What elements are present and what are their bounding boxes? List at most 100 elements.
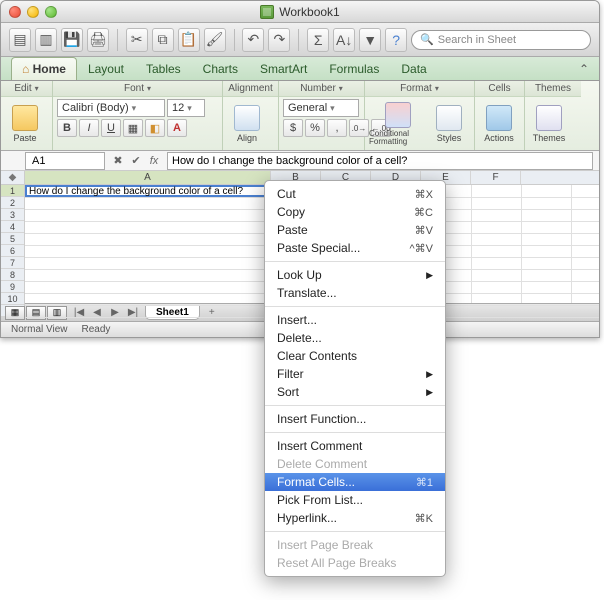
column-header[interactable]: A bbox=[25, 171, 271, 184]
percent-button[interactable]: % bbox=[305, 119, 325, 137]
context-menu-item[interactable]: Insert Comment bbox=[265, 437, 445, 455]
row-header[interactable]: 7 bbox=[1, 257, 24, 269]
group-alignment-label: Alignment bbox=[228, 83, 272, 94]
name-box[interactable]: A1 bbox=[25, 152, 105, 170]
context-menu: Cut⌘XCopy⌘CPaste⌘VPaste Special...^⌘V Loo… bbox=[264, 180, 446, 577]
context-menu-item[interactable]: Paste Special...^⌘V bbox=[265, 239, 445, 257]
group-themes-label: Themes bbox=[535, 83, 571, 94]
context-menu-item[interactable]: Translate... bbox=[265, 284, 445, 302]
sort-button[interactable]: A↓ bbox=[333, 28, 355, 52]
themes-button[interactable]: Themes bbox=[529, 100, 569, 148]
group-font-label: Font bbox=[124, 83, 144, 94]
select-all-corner[interactable]: ◆ bbox=[1, 171, 24, 185]
context-menu-item[interactable]: Paste⌘V bbox=[265, 221, 445, 239]
ribbon-collapse-button[interactable]: ⌃ bbox=[569, 58, 599, 80]
copy-button[interactable]: ⧉ bbox=[152, 28, 174, 52]
group-format-label: Format bbox=[400, 83, 432, 94]
ribbon-tabs: Home Layout Tables Charts SmartArt Formu… bbox=[1, 57, 599, 81]
accept-formula-button[interactable]: ✔ bbox=[127, 152, 145, 170]
formula-input[interactable]: How do I change the background color of … bbox=[167, 152, 593, 170]
row-header[interactable]: 9 bbox=[1, 281, 24, 293]
search-icon: 🔍 bbox=[420, 33, 434, 46]
open-button[interactable]: ▥ bbox=[35, 28, 57, 52]
view-mode-label: Normal View bbox=[11, 324, 68, 335]
context-menu-item[interactable]: Pick From List... bbox=[265, 491, 445, 509]
context-menu-item[interactable]: Filter▶ bbox=[265, 365, 445, 383]
tab-formulas[interactable]: Formulas bbox=[318, 57, 390, 80]
cut-button[interactable]: ✂ bbox=[126, 28, 148, 52]
context-menu-item[interactable]: Sort▶ bbox=[265, 383, 445, 401]
undo-button[interactable]: ↶ bbox=[242, 28, 264, 52]
group-edit-label: Edit bbox=[14, 83, 31, 94]
paste-big-button[interactable]: Paste bbox=[5, 100, 45, 148]
context-menu-item[interactable]: Insert Function... bbox=[265, 410, 445, 428]
row-header[interactable]: 1 bbox=[1, 185, 24, 197]
search-placeholder: Search in Sheet bbox=[438, 34, 516, 46]
tab-tables[interactable]: Tables bbox=[135, 57, 192, 80]
conditional-formatting-button[interactable]: Conditional Formatting bbox=[369, 100, 427, 148]
formula-bar: A1 ✖ ✔ fx How do I change the background… bbox=[1, 151, 599, 171]
font-family-combo[interactable]: Calibri (Body)▾ bbox=[57, 99, 165, 117]
context-menu-item[interactable]: Copy⌘C bbox=[265, 203, 445, 221]
row-header[interactable]: 5 bbox=[1, 233, 24, 245]
help-button[interactable]: ? bbox=[385, 28, 407, 52]
window-title: Workbook1 bbox=[279, 5, 339, 19]
font-size-combo[interactable]: 12▾ bbox=[167, 99, 205, 117]
redo-button[interactable]: ↷ bbox=[268, 28, 290, 52]
actions-button[interactable]: Actions bbox=[479, 100, 519, 148]
ribbon: Edit▾ Paste Font▾ Calibri (Body)▾ 12▾ B … bbox=[1, 81, 599, 151]
cancel-formula-button[interactable]: ✖ bbox=[109, 152, 127, 170]
tab-home[interactable]: Home bbox=[11, 57, 77, 80]
titlebar: Workbook1 bbox=[1, 1, 599, 23]
context-menu-item[interactable]: Hyperlink...⌘K bbox=[265, 509, 445, 527]
bold-button[interactable]: B bbox=[57, 119, 77, 137]
sum-button[interactable]: Σ bbox=[307, 28, 329, 52]
tab-data[interactable]: Data bbox=[390, 57, 437, 80]
underline-button[interactable]: U bbox=[101, 119, 121, 137]
row-header[interactable]: 10 bbox=[1, 293, 24, 305]
search-input[interactable]: 🔍 Search in Sheet bbox=[411, 30, 591, 50]
new-button[interactable]: ▤ bbox=[9, 28, 31, 52]
font-color-button[interactable]: A bbox=[167, 119, 187, 137]
status-label: Ready bbox=[82, 324, 111, 335]
context-menu-item[interactable]: Insert... bbox=[265, 311, 445, 329]
context-menu-item[interactable]: Cut⌘X bbox=[265, 185, 445, 203]
fill-color-button[interactable]: ◧ bbox=[145, 119, 165, 137]
italic-button[interactable]: I bbox=[79, 119, 99, 137]
quick-toolbar: ▤ ▥ 💾 🖨 ✂ ⧉ 📋 🖌 ↶ ↷ Σ A↓ ▼ ? 🔍 Search in… bbox=[1, 23, 599, 57]
align-button[interactable]: Align bbox=[227, 100, 267, 148]
row-header[interactable]: 8 bbox=[1, 269, 24, 281]
normal-view-button[interactable]: ▦ bbox=[5, 306, 25, 320]
column-header[interactable]: F bbox=[471, 171, 521, 184]
print-button[interactable]: 🖨 bbox=[87, 28, 109, 52]
row-header[interactable]: 4 bbox=[1, 221, 24, 233]
context-menu-item: Insert Page Break bbox=[265, 536, 445, 554]
context-menu-item: Delete Comment bbox=[265, 455, 445, 473]
currency-button[interactable]: $ bbox=[283, 119, 303, 137]
tab-layout[interactable]: Layout bbox=[77, 57, 135, 80]
filter-button[interactable]: ▼ bbox=[359, 28, 381, 52]
context-menu-item[interactable]: Look Up▶ bbox=[265, 266, 445, 284]
active-cell[interactable]: How do I change the background color of … bbox=[25, 185, 271, 197]
tab-charts[interactable]: Charts bbox=[192, 57, 249, 80]
tab-smartart[interactable]: SmartArt bbox=[249, 57, 318, 80]
save-button[interactable]: 💾 bbox=[61, 28, 83, 52]
group-cells-label: Cells bbox=[488, 83, 510, 94]
fx-button[interactable]: fx bbox=[145, 152, 163, 170]
row-headers: 1234567891011 bbox=[1, 185, 25, 317]
context-menu-item[interactable]: Clear Contents bbox=[265, 347, 445, 365]
number-format-combo[interactable]: General▾ bbox=[283, 99, 359, 117]
context-menu-item: Reset All Page Breaks bbox=[265, 554, 445, 572]
comma-button[interactable]: , bbox=[327, 119, 347, 137]
group-number-label: Number bbox=[300, 83, 336, 94]
border-button[interactable]: ▦ bbox=[123, 119, 143, 137]
row-header[interactable]: 2 bbox=[1, 197, 24, 209]
paste-button[interactable]: 📋 bbox=[178, 28, 200, 52]
row-header[interactable]: 3 bbox=[1, 209, 24, 221]
context-menu-item[interactable]: Format Cells...⌘1 bbox=[265, 473, 445, 491]
context-menu-item[interactable]: Delete... bbox=[265, 329, 445, 347]
format-painter-button[interactable]: 🖌 bbox=[204, 28, 226, 52]
styles-button[interactable]: Styles bbox=[429, 100, 469, 148]
row-header[interactable]: 6 bbox=[1, 245, 24, 257]
document-icon bbox=[260, 5, 274, 19]
